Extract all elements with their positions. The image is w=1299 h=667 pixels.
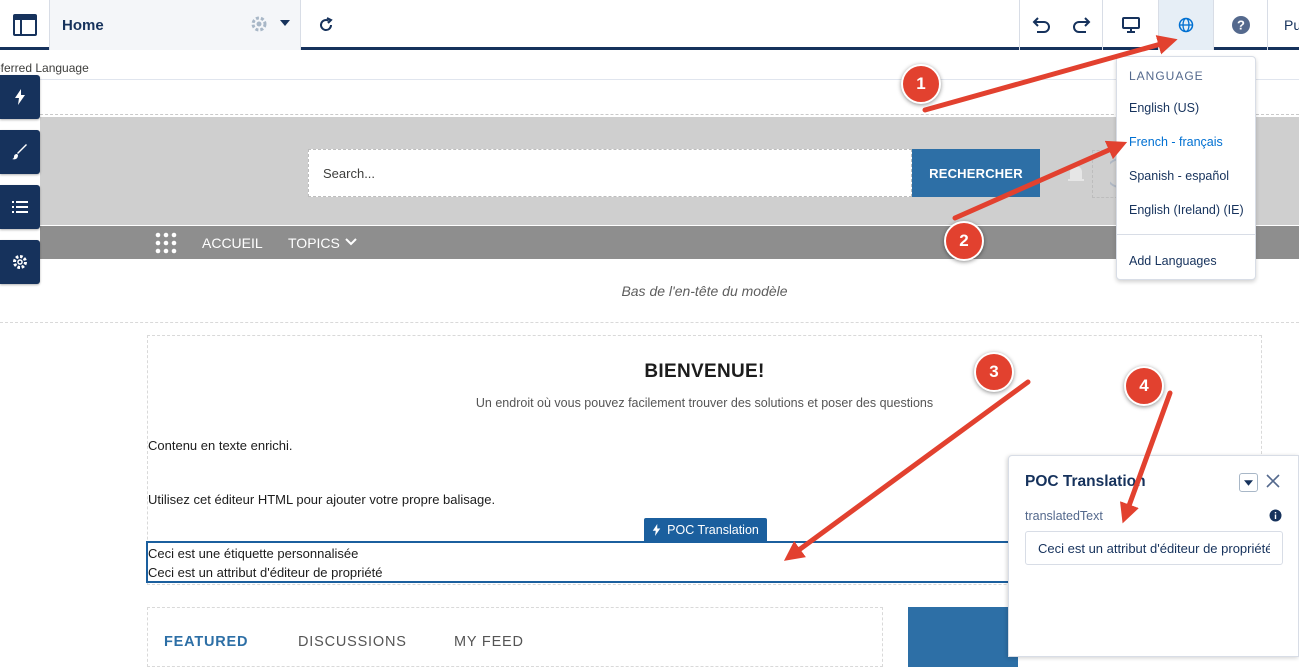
- nav-item-topics[interactable]: TOPICS: [288, 235, 340, 251]
- help-button[interactable]: ?: [1214, 0, 1268, 50]
- info-icon[interactable]: [1269, 509, 1282, 522]
- help-icon: ?: [1231, 16, 1250, 34]
- refresh-button[interactable]: [301, 0, 351, 50]
- svg-text:?: ?: [1237, 18, 1245, 33]
- redo-icon: [1072, 17, 1090, 33]
- undo-icon: [1032, 17, 1050, 33]
- builder-toolbar: Home ? Pu: [0, 0, 1299, 50]
- page-menu[interactable]: Home: [50, 0, 301, 50]
- publish-button[interactable]: Pu: [1268, 0, 1299, 50]
- language-option-english-ireland[interactable]: English (Ireland) (IE): [1129, 203, 1244, 217]
- language-menu: LANGUAGE English (US) French - français …: [1116, 56, 1256, 280]
- html-editor-block[interactable]: Utilisez cet éditeur HTML pour ajouter v…: [148, 492, 495, 507]
- page-structure-button[interactable]: [0, 0, 50, 50]
- translated-text-input[interactable]: [1025, 531, 1283, 565]
- lightning-icon: [652, 524, 661, 536]
- language-menu-header: LANGUAGE: [1129, 69, 1204, 83]
- annotation-badge-2: 2: [944, 221, 984, 261]
- divider: [0, 322, 1299, 323]
- search-button[interactable]: RECHERCHER: [912, 149, 1040, 197]
- component-tag-label: POC Translation: [667, 523, 759, 537]
- layout-icon: [12, 14, 37, 36]
- gear-icon: [13, 255, 27, 269]
- rich-text-block[interactable]: Contenu en texte enrichi.: [148, 438, 293, 453]
- undo-button[interactable]: [1019, 0, 1061, 50]
- language-option-french[interactable]: French - français: [1129, 135, 1223, 149]
- globe-icon: [1178, 17, 1194, 33]
- language-option-english-us[interactable]: English (US): [1129, 101, 1199, 115]
- tab-my-feed[interactable]: MY FEED: [454, 634, 524, 650]
- settings-button[interactable]: [0, 240, 40, 284]
- divider: [0, 114, 1299, 115]
- welcome-title: BIENVENUE!: [644, 361, 765, 382]
- annotation-badge-3: 3: [974, 352, 1014, 392]
- close-icon[interactable]: [1265, 473, 1281, 489]
- desktop-icon: [1121, 17, 1140, 33]
- property-panel-title: POC Translation: [1025, 473, 1146, 490]
- search-input[interactable]: Search...: [308, 149, 912, 197]
- preferred-language-label: eferred Language: [0, 61, 89, 75]
- page-structure-rail-button[interactable]: [0, 185, 40, 229]
- welcome-subtitle: Un endroit où vous pouvez facilement tro…: [475, 396, 934, 410]
- list-icon: [12, 201, 28, 213]
- divider: [1117, 234, 1255, 235]
- chevron-down-icon: [1244, 479, 1253, 486]
- property-attribute-text: Ceci est un attribut d'éditeur de propri…: [148, 565, 383, 580]
- panel-menu-button[interactable]: [1239, 473, 1258, 492]
- brush-icon: [12, 144, 27, 160]
- custom-label-text: Ceci est une étiquette personnalisée: [148, 546, 359, 561]
- tab-featured[interactable]: FEATURED: [164, 634, 248, 650]
- search-placeholder: Search...: [323, 166, 376, 181]
- page-title: Home: [62, 16, 104, 34]
- nav-item-home[interactable]: ACCUEIL: [202, 235, 263, 251]
- preferred-language-bar: eferred Language: [0, 53, 1299, 80]
- component-tag[interactable]: POC Translation: [644, 518, 767, 542]
- lightning-icon: [15, 89, 25, 105]
- language-option-spanish[interactable]: Spanish - español: [1129, 169, 1229, 183]
- components-button[interactable]: [0, 75, 40, 119]
- bell-icon[interactable]: [1066, 163, 1086, 185]
- device-preview-button[interactable]: [1103, 0, 1159, 50]
- add-languages-link[interactable]: Add Languages: [1129, 254, 1217, 268]
- side-widget[interactable]: [908, 607, 1018, 667]
- annotation-badge-4: 4: [1124, 366, 1164, 406]
- gear-icon[interactable]: [250, 15, 268, 33]
- tab-discussions[interactable]: DISCUSSIONS: [298, 634, 407, 650]
- chevron-down-icon[interactable]: [280, 20, 290, 26]
- header-bottom-label: Bas de l'en-tête du modèle: [621, 283, 788, 299]
- chevron-down-icon[interactable]: [345, 238, 357, 246]
- app-launcher-icon[interactable]: [155, 232, 177, 254]
- language-button[interactable]: [1159, 0, 1214, 50]
- annotation-badge-1: 1: [901, 64, 941, 104]
- theme-button[interactable]: [0, 130, 40, 174]
- field-label: translatedText: [1025, 509, 1103, 523]
- refresh-icon: [320, 17, 333, 31]
- redo-button[interactable]: [1061, 0, 1103, 50]
